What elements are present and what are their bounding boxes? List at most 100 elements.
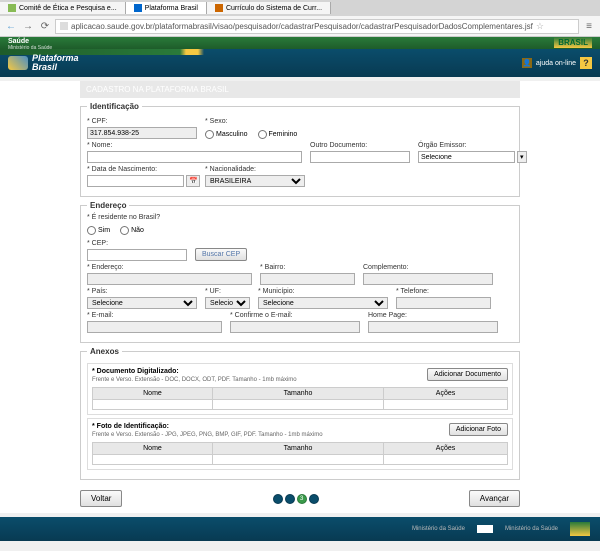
tab-bar: Comitê de Ética e Pesquisa e... Platafor… bbox=[0, 0, 600, 16]
bairro-input[interactable] bbox=[260, 273, 355, 285]
telefone-input[interactable] bbox=[396, 297, 491, 309]
help-label: ajuda on-line bbox=[536, 60, 576, 67]
outro-doc-input[interactable] bbox=[310, 151, 410, 163]
nome-label: Nome: bbox=[87, 142, 302, 149]
nome-input[interactable] bbox=[87, 151, 302, 163]
col-nome: Nome bbox=[93, 443, 213, 455]
residente-label: É residente no Brasil? bbox=[87, 214, 513, 221]
browser-chrome: Comitê de Ética e Pesquisa e... Platafor… bbox=[0, 0, 600, 37]
uf-label: UF: bbox=[205, 288, 250, 295]
help-link[interactable]: 👤 ajuda on-line ? bbox=[522, 57, 592, 69]
browser-tab-active[interactable]: Plataforma Brasil bbox=[126, 2, 207, 14]
identification-section: Identificação CPF: Sexo: Masculino Femin… bbox=[80, 102, 520, 197]
doc-table: Nome Tamanho Ações bbox=[92, 387, 508, 410]
col-tamanho: Tamanho bbox=[212, 388, 383, 400]
doc-title: * Documento Digitalizado: bbox=[92, 368, 297, 375]
nascimento-label: Data de Nascimento: bbox=[87, 166, 197, 173]
site-icon bbox=[60, 22, 68, 30]
menu-button[interactable]: ≡ bbox=[582, 19, 596, 33]
step-2-dot[interactable] bbox=[285, 494, 295, 504]
brasil-flag-badge: BRASIL bbox=[554, 37, 592, 48]
section-legend: Endereço bbox=[87, 201, 129, 210]
reload-button[interactable]: ⟳ bbox=[38, 19, 52, 33]
favicon bbox=[8, 4, 16, 12]
add-foto-button[interactable]: Adicionar Foto bbox=[449, 423, 508, 436]
ministry-bar: Saúde Ministério da Saúde BRASIL bbox=[0, 37, 600, 49]
add-document-button[interactable]: Adicionar Documento bbox=[427, 368, 508, 381]
tab-label: Currículo do Sistema de Curr... bbox=[226, 5, 322, 12]
radio-label: Não bbox=[131, 227, 144, 234]
attachments-section: Anexos * Documento Digitalizado: Frente … bbox=[80, 347, 520, 480]
pais-select[interactable]: Selecione bbox=[87, 297, 197, 309]
telefone-label: Telefone: bbox=[396, 288, 491, 295]
url-text: aplicacao.saude.gov.br/plataformabrasil/… bbox=[71, 22, 533, 31]
endereco-input[interactable] bbox=[87, 273, 252, 285]
content-area: CADASTRO NA PLATAFORMA BRASIL Identifica… bbox=[0, 81, 600, 513]
orgao-input[interactable] bbox=[418, 151, 515, 163]
foto-table: Nome Tamanho Ações bbox=[92, 442, 508, 465]
step-indicator: 3 bbox=[273, 494, 319, 504]
outro-doc-label: Outro Documento: bbox=[310, 142, 410, 149]
foto-title: * Foto de Identificação: bbox=[92, 423, 323, 430]
sexo-masculino-radio[interactable]: Masculino bbox=[205, 130, 248, 139]
forward-button[interactable]: → bbox=[21, 19, 35, 33]
favicon bbox=[215, 4, 223, 12]
footer-ministry-2: Ministério da Saúde bbox=[505, 526, 558, 532]
doc-hint: Frente e Verso. Extensão - DOC, DOCX, OD… bbox=[92, 377, 297, 383]
favicon bbox=[134, 4, 142, 12]
homepage-input[interactable] bbox=[368, 321, 498, 333]
app-logo: Plataforma Brasil bbox=[8, 54, 79, 72]
footer-sus-logo bbox=[477, 525, 493, 533]
confirme-email-input[interactable] bbox=[230, 321, 360, 333]
step-1-dot[interactable] bbox=[273, 494, 283, 504]
buscar-cep-button[interactable]: Buscar CEP bbox=[195, 248, 247, 261]
col-acoes: Ações bbox=[384, 388, 508, 400]
cpf-input[interactable] bbox=[87, 127, 197, 139]
tab-label: Comitê de Ética e Pesquisa e... bbox=[19, 5, 117, 12]
municipio-select[interactable]: Selecione bbox=[258, 297, 388, 309]
residente-nao-radio[interactable]: Não bbox=[120, 226, 144, 235]
back-button[interactable]: ← bbox=[4, 19, 18, 33]
foto-hint: Frente e Verso. Extensão - JPG, JPEG, PN… bbox=[92, 432, 323, 438]
table-row bbox=[93, 455, 508, 465]
complemento-label: Complemento: bbox=[363, 264, 493, 271]
radio-label: Feminino bbox=[269, 131, 298, 138]
step-4-dot[interactable] bbox=[309, 494, 319, 504]
nacionalidade-label: Nacionalidade: bbox=[205, 166, 305, 173]
browser-toolbar: ← → ⟳ aplicacao.saude.gov.br/plataformab… bbox=[0, 16, 600, 36]
browser-tab[interactable]: Comitê de Ética e Pesquisa e... bbox=[0, 2, 126, 14]
tab-label: Plataforma Brasil bbox=[145, 5, 198, 12]
sexo-feminino-radio[interactable]: Feminino bbox=[258, 130, 298, 139]
cep-input[interactable] bbox=[87, 249, 187, 261]
col-tamanho: Tamanho bbox=[212, 443, 383, 455]
nascimento-input[interactable] bbox=[87, 175, 184, 187]
confirme-email-label: Confirme o E-mail: bbox=[230, 312, 360, 319]
email-input[interactable] bbox=[87, 321, 222, 333]
cep-label: CEP: bbox=[87, 240, 187, 247]
logo-text: Plataforma Brasil bbox=[32, 54, 79, 72]
avancar-button[interactable]: Avançar bbox=[469, 490, 520, 507]
address-section: Endereço É residente no Brasil? Sim Não … bbox=[80, 201, 520, 343]
bookmark-icon[interactable]: ☆ bbox=[536, 21, 544, 32]
orgao-dropdown-icon[interactable]: ▾ bbox=[517, 151, 527, 163]
page-footer: Ministério da Saúde Ministério da Saúde bbox=[0, 517, 600, 541]
bairro-label: Bairro: bbox=[260, 264, 355, 271]
nacionalidade-select[interactable]: BRASILEIRA bbox=[205, 175, 305, 187]
url-bar[interactable]: aplicacao.saude.gov.br/plataformabrasil/… bbox=[55, 19, 579, 34]
section-legend: Anexos bbox=[87, 347, 122, 356]
browser-tab[interactable]: Currículo do Sistema de Curr... bbox=[207, 2, 331, 14]
radio-label: Masculino bbox=[216, 131, 248, 138]
municipio-label: Município: bbox=[258, 288, 388, 295]
step-3-dot[interactable]: 3 bbox=[297, 494, 307, 504]
calendar-icon[interactable]: 📅 bbox=[186, 175, 200, 187]
ministry-title: Saúde bbox=[8, 38, 592, 45]
table-row bbox=[93, 400, 508, 410]
question-icon[interactable]: ? bbox=[580, 57, 592, 69]
complemento-input[interactable] bbox=[363, 273, 493, 285]
email-label: E-mail: bbox=[87, 312, 222, 319]
uf-select[interactable]: Selecione bbox=[205, 297, 250, 309]
voltar-button[interactable]: Voltar bbox=[80, 490, 122, 507]
registration-form: CADASTRO NA PLATAFORMA BRASIL Identifica… bbox=[80, 81, 520, 513]
residente-sim-radio[interactable]: Sim bbox=[87, 226, 110, 235]
cpf-label: CPF: bbox=[87, 118, 197, 125]
